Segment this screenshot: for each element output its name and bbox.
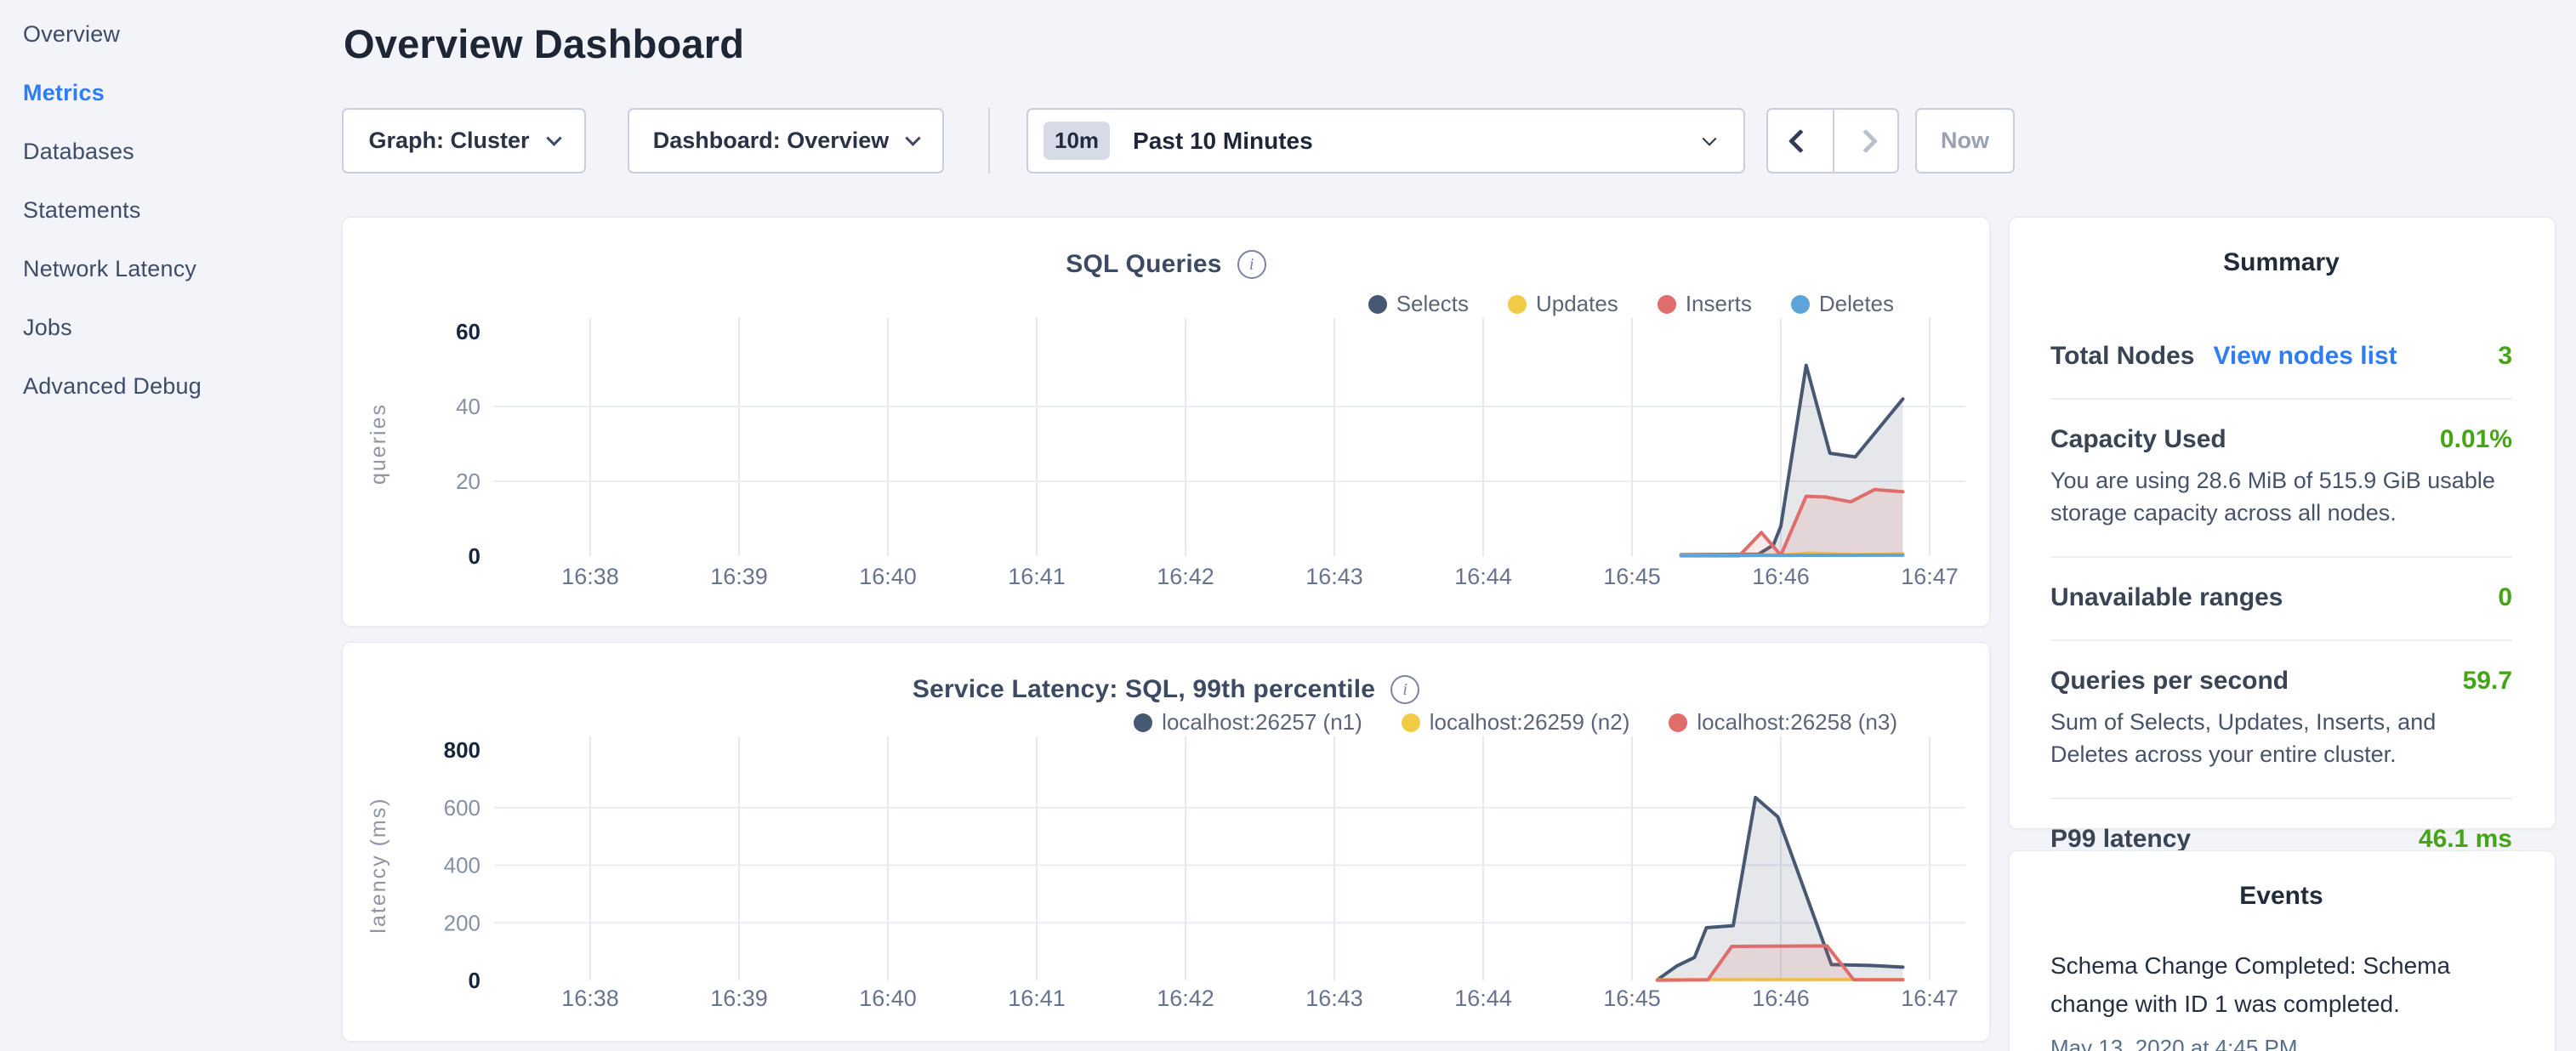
service-latency-chart-plot: 16:38 16:39 16:40 16:41 16:42 16:43 16:44 16:45… bbox=[343, 643, 1991, 1042]
x-axis-tick-label: 16:40 bbox=[859, 986, 917, 1011]
x-axis-tick-label: 16:43 bbox=[1305, 986, 1363, 1011]
sql-queries-chart-card: SQL Queries i Selects Updates Inserts bbox=[342, 217, 1990, 627]
time-range-badge: 10m bbox=[1043, 122, 1110, 160]
y-axis-tick-label: 400 bbox=[444, 853, 481, 878]
x-axis-tick-label: 16:42 bbox=[1157, 986, 1214, 1011]
x-axis-tick-label: 16:41 bbox=[1008, 986, 1066, 1011]
queries-per-second-description: Sum of Selects, Updates, Inserts, and De… bbox=[2050, 706, 2512, 770]
sidebar-item-jobs[interactable]: Jobs bbox=[0, 310, 340, 344]
capacity-used-description: You are using 28.6 MiB of 515.9 GiB usab… bbox=[2050, 464, 2512, 529]
y-axis-tick-label: 0 bbox=[469, 968, 481, 993]
graph-scope-dropdown-label: Graph: Cluster bbox=[368, 128, 529, 154]
view-nodes-list-link[interactable]: View nodes list bbox=[2213, 342, 2397, 371]
chevron-down-icon bbox=[1703, 131, 1717, 145]
events-panel: Events Schema Change Completed: Schema c… bbox=[2009, 850, 2556, 1051]
x-axis-tick-label: 16:45 bbox=[1603, 564, 1661, 589]
summary-row-queries-per-second: Queries per second 59.7 Sum of Selects, … bbox=[2050, 639, 2512, 798]
y-axis-tick-label: 800 bbox=[444, 737, 481, 763]
now-button[interactable]: Now bbox=[1915, 108, 2015, 173]
event-text: Schema Change Completed: Schema change w… bbox=[2050, 946, 2512, 1023]
service-latency-chart-card: Service Latency: SQL, 99th percentile i … bbox=[342, 642, 1990, 1042]
time-range-dropdown[interactable]: 10m Past 10 Minutes bbox=[1026, 108, 1745, 173]
x-axis-tick-label: 16:46 bbox=[1752, 564, 1810, 589]
time-range-pager bbox=[1766, 108, 1899, 173]
chevron-down-icon bbox=[546, 130, 561, 145]
sidebar-item-overview[interactable]: Overview bbox=[0, 17, 340, 51]
sidebar-item-advanced-debug[interactable]: Advanced Debug bbox=[0, 369, 340, 403]
x-axis-tick-label: 16:44 bbox=[1454, 986, 1512, 1011]
x-axis-tick-label: 16:47 bbox=[1901, 564, 1959, 589]
x-axis-tick-label: 16:39 bbox=[710, 564, 768, 589]
chevron-left-icon bbox=[1788, 128, 1812, 152]
overview-dashboard-page: Overview Metrics Databases Statements Ne… bbox=[0, 0, 2576, 1051]
x-axis-tick-label: 16:41 bbox=[1008, 564, 1066, 589]
summary-title: Summary bbox=[2050, 248, 2512, 277]
graph-scope-dropdown[interactable]: Graph: Cluster bbox=[342, 108, 586, 173]
y-axis-tick-label: 40 bbox=[456, 394, 481, 419]
x-axis-tick-label: 16:38 bbox=[561, 986, 619, 1011]
y-axis-tick-label: 20 bbox=[456, 469, 481, 494]
total-nodes-value: 3 bbox=[2498, 342, 2512, 371]
x-axis-tick-label: 16:39 bbox=[710, 986, 768, 1011]
previous-range-button[interactable] bbox=[1768, 110, 1833, 172]
x-axis-tick-label: 16:43 bbox=[1305, 564, 1363, 589]
sidebar-nav: Overview Metrics Databases Statements Ne… bbox=[0, 0, 340, 428]
y-axis-unit-label: queries bbox=[367, 403, 390, 485]
controls-divider bbox=[988, 108, 990, 173]
summary-row-unavailable-ranges: Unavailable ranges 0 bbox=[2050, 556, 2512, 639]
chevron-down-icon bbox=[906, 130, 921, 145]
time-range-label: Past 10 Minutes bbox=[1133, 128, 1313, 155]
summary-row-capacity-used: Capacity Used 0.01% You are using 28.6 M… bbox=[2050, 398, 2512, 556]
chevron-right-icon bbox=[1854, 128, 1878, 152]
sidebar-item-statements[interactable]: Statements bbox=[0, 193, 340, 227]
sidebar-item-network-latency[interactable]: Network Latency bbox=[0, 252, 340, 286]
now-button-label: Now bbox=[1941, 128, 1989, 154]
dashboard-dropdown-label: Dashboard: Overview bbox=[653, 128, 890, 154]
y-axis-unit-label: latency (ms) bbox=[367, 797, 390, 933]
y-axis-tick-label: 0 bbox=[469, 543, 481, 569]
events-title: Events bbox=[2050, 882, 2512, 911]
sidebar-item-metrics[interactable]: Metrics bbox=[0, 76, 340, 110]
queries-per-second-value: 59.7 bbox=[2463, 667, 2512, 696]
x-axis-tick-label: 16:38 bbox=[561, 564, 619, 589]
x-axis-tick-label: 16:47 bbox=[1901, 986, 1959, 1011]
x-axis-tick-label: 16:46 bbox=[1752, 986, 1810, 1011]
event-list-item: Schema Change Completed: Schema change w… bbox=[2050, 946, 2512, 1051]
dashboard-dropdown[interactable]: Dashboard: Overview bbox=[628, 108, 944, 173]
event-timestamp: May 13, 2020 at 4:45 PM bbox=[2050, 1035, 2512, 1051]
capacity-used-value: 0.01% bbox=[2440, 425, 2512, 454]
p99-latency-value: 46.1 ms bbox=[2419, 825, 2512, 854]
next-range-button[interactable] bbox=[1833, 110, 1897, 172]
y-axis-tick-label: 60 bbox=[456, 319, 481, 344]
y-axis-tick-label: 200 bbox=[444, 910, 481, 935]
x-axis-tick-label: 16:44 bbox=[1454, 564, 1512, 589]
sql-queries-chart-plot: 16:38 16:39 16:40 16:41 16:42 16:43 16:44 16:45… bbox=[343, 218, 1991, 628]
sidebar-item-databases[interactable]: Databases bbox=[0, 134, 340, 168]
summary-row-total-nodes: Total Nodes View nodes list 3 bbox=[2050, 316, 2512, 398]
page-title: Overview Dashboard bbox=[344, 20, 744, 67]
x-axis-tick-label: 16:42 bbox=[1157, 564, 1214, 589]
summary-panel: Summary Total Nodes View nodes list 3 Ca… bbox=[2009, 217, 2556, 829]
y-axis-tick-label: 600 bbox=[444, 795, 481, 821]
main-content: Overview Dashboard Graph: Cluster Dashbo… bbox=[342, 0, 1990, 1051]
x-axis-tick-label: 16:40 bbox=[859, 564, 917, 589]
x-axis-tick-label: 16:45 bbox=[1603, 986, 1661, 1011]
unavailable-ranges-value: 0 bbox=[2498, 583, 2512, 612]
